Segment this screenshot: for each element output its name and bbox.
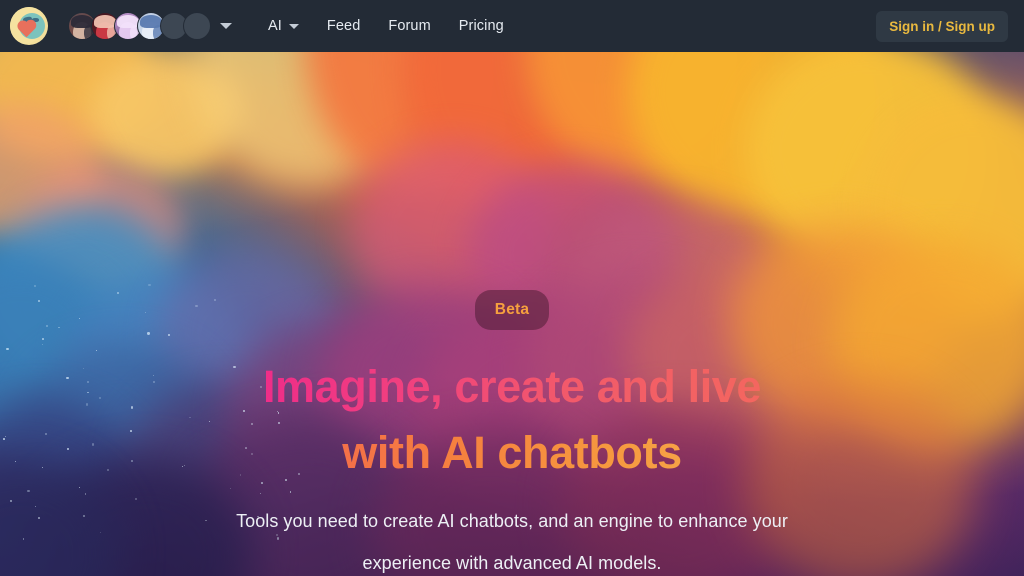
- headline-line-1: Imagine, create and live: [263, 354, 761, 420]
- site-logo-icon[interactable]: [10, 7, 48, 45]
- chevron-down-icon[interactable]: [220, 23, 232, 29]
- sign-in-sign-up-button[interactable]: Sign in / Sign up: [876, 11, 1008, 42]
- nav-item-pricing[interactable]: Pricing: [459, 18, 504, 34]
- character-avatar-group[interactable]: [68, 12, 232, 40]
- site-header: AI Feed Forum Pricing Sign in / Sign up: [0, 0, 1024, 52]
- subtitle-line-1: Tools you need to create AI chatbots, an…: [236, 511, 673, 531]
- headline-line-2: with AI chatbots: [263, 420, 761, 486]
- nav-item-forum[interactable]: Forum: [388, 18, 430, 34]
- hero-subtitle: Tools you need to create AI chatbots, an…: [212, 501, 812, 576]
- main-navigation: AI Feed Forum Pricing: [268, 18, 504, 34]
- page-title: Imagine, create and live with AI chatbot…: [263, 354, 761, 485]
- nav-item-ai-label: AI: [268, 18, 282, 34]
- avatar-placeholder[interactable]: [183, 12, 211, 40]
- landing-page: AI Feed Forum Pricing Sign in / Sign up …: [0, 0, 1024, 576]
- nav-item-feed[interactable]: Feed: [327, 18, 360, 34]
- nav-item-ai[interactable]: AI: [268, 18, 299, 34]
- beta-badge: Beta: [475, 290, 549, 330]
- hero-content: Beta Imagine, create and live with AI ch…: [0, 52, 1024, 576]
- chevron-down-icon: [289, 24, 299, 29]
